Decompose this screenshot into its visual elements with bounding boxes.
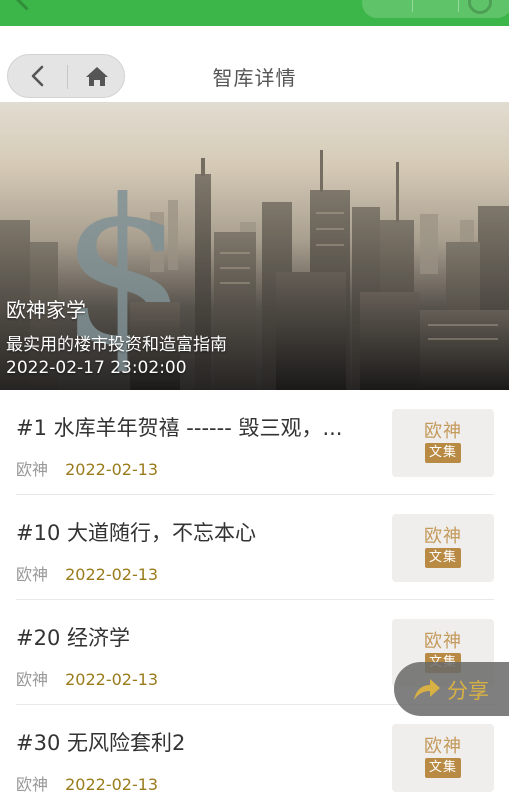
- article-author: 欧神: [16, 775, 49, 794]
- article-thumbnail: 欧神 文集: [392, 514, 494, 582]
- share-arrow-icon: [414, 679, 440, 700]
- article-author: 欧神: [16, 460, 49, 479]
- capsule-divider: [458, 0, 459, 12]
- share-label: 分享: [447, 679, 489, 703]
- article-date: 2022-02-13: [65, 460, 159, 479]
- article-list: #1 水库羊年贺禧 ------ 毁三观，... 欧神 2022-02-13 欧…: [16, 390, 494, 809]
- article-meta: 欧神 2022-02-13: [16, 771, 158, 795]
- article-thumbnail: 欧神 文集: [392, 724, 494, 792]
- thumbnail-line2: 文集: [425, 758, 461, 778]
- thumbnail-line2: 文集: [425, 443, 461, 463]
- navigation-bar: 智库详情: [0, 26, 509, 102]
- thumbnail-line1: 欧神: [424, 736, 462, 757]
- mini-program-capsule[interactable]: [362, 0, 509, 18]
- list-item[interactable]: #30 无风险套利2 欧神 2022-02-13 欧神 文集: [16, 705, 494, 809]
- status-header: [0, 0, 509, 26]
- article-meta: 欧神 2022-02-13: [16, 561, 158, 585]
- list-item[interactable]: #10 大道随行，不忘本心 欧神 2022-02-13 欧神 文集: [16, 495, 494, 600]
- hero-timestamp: 2022-02-17 23:02:00: [6, 358, 187, 378]
- hero-banner: $ 欧神: [0, 102, 509, 390]
- article-author: 欧神: [16, 670, 49, 689]
- thumbnail-line1: 欧神: [424, 421, 462, 442]
- article-meta: 欧神 2022-02-13: [16, 456, 158, 480]
- article-title: #30 无风险套利2: [16, 731, 186, 755]
- share-button[interactable]: 分享: [394, 662, 509, 716]
- thumbnail-line2: 文集: [425, 548, 461, 568]
- header-back-icon[interactable]: [14, 0, 39, 11]
- list-item[interactable]: #1 水库羊年贺禧 ------ 毁三观，... 欧神 2022-02-13 欧…: [16, 390, 494, 495]
- article-title: #20 经济学: [16, 626, 130, 650]
- article-date: 2022-02-13: [65, 670, 159, 689]
- article-author: 欧神: [16, 565, 49, 584]
- thumbnail-line1: 欧神: [424, 631, 462, 652]
- article-title: #10 大道随行，不忘本心: [16, 521, 256, 545]
- article-meta: 欧神 2022-02-13: [16, 666, 158, 690]
- close-circle-icon[interactable]: [468, 0, 492, 14]
- article-title: #1 水库羊年贺禧 ------ 毁三观，...: [16, 416, 343, 440]
- hero-subtitle: 最实用的楼市投资和造富指南: [6, 335, 227, 355]
- article-thumbnail: 欧神 文集: [392, 409, 494, 477]
- thumbnail-line1: 欧神: [424, 526, 462, 547]
- article-date: 2022-02-13: [65, 565, 159, 584]
- page-title: 智库详情: [212, 66, 297, 90]
- hero-title: 欧神家学: [6, 298, 86, 322]
- capsule-divider: [412, 0, 413, 12]
- article-date: 2022-02-13: [65, 775, 159, 794]
